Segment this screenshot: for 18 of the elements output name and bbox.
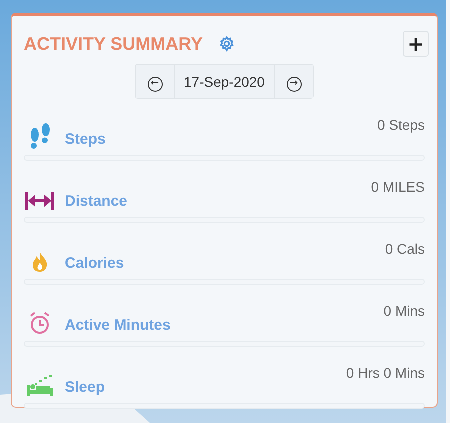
- distance-arrow-icon: [25, 191, 55, 211]
- flame-icon: [31, 251, 49, 273]
- settings-icon[interactable]: [219, 36, 236, 52]
- metric-label: Calories: [65, 255, 124, 274]
- metric-label: Distance: [65, 193, 128, 212]
- metric-label: Steps: [65, 131, 106, 150]
- alarm-clock-icon: [29, 311, 51, 335]
- metric-value: 0 Hrs 0 Mins: [346, 364, 425, 381]
- bed-icon: [26, 375, 54, 397]
- card-title: ACTIVITY SUMMARY: [24, 34, 204, 54]
- metric-value: 0 Steps: [378, 116, 425, 133]
- metric-value: 0 Mins: [384, 302, 425, 319]
- metric-value: 0 MILES: [371, 178, 425, 195]
- metric-label: Sleep: [65, 379, 106, 398]
- add-button[interactable]: +: [403, 31, 429, 57]
- footprints-icon: [28, 123, 52, 149]
- metric-label: Active Minutes: [65, 317, 171, 336]
- metric-value: 0 Cals: [385, 240, 425, 257]
